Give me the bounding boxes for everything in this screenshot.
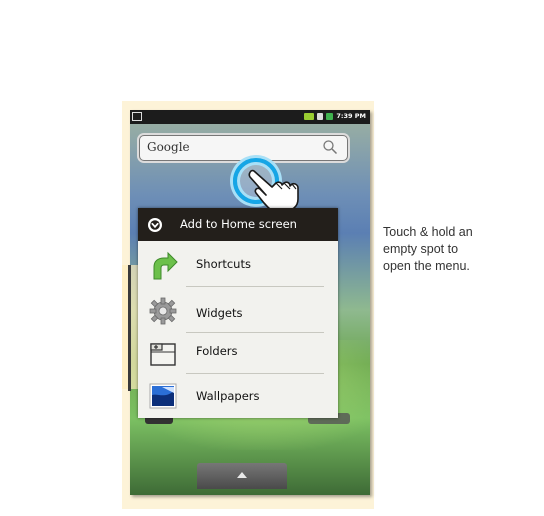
sim-icon bbox=[317, 112, 324, 120]
caption-line: empty spot to bbox=[383, 242, 459, 256]
search-icon[interactable] bbox=[322, 139, 338, 155]
divider bbox=[186, 373, 324, 374]
caption-line: open the menu. bbox=[383, 259, 470, 273]
signal-icon bbox=[304, 112, 315, 120]
menu-item-shortcuts[interactable]: Shortcuts bbox=[138, 243, 338, 287]
menu-item-label: Widgets bbox=[196, 306, 243, 320]
shortcut-arrow-icon bbox=[153, 251, 178, 280]
caption-line: Touch & hold an bbox=[383, 225, 473, 239]
menu-item-widgets[interactable]: Widgets bbox=[138, 290, 338, 334]
menu-header: Add to Home screen bbox=[138, 208, 338, 241]
menu-item-label: Wallpapers bbox=[196, 389, 260, 403]
gear-icon bbox=[149, 297, 177, 325]
google-search-widget[interactable]: Google bbox=[139, 135, 348, 161]
menu-item-label: Shortcuts bbox=[196, 257, 251, 271]
app-drawer-tab[interactable] bbox=[197, 463, 287, 489]
menu-item-label: Folders bbox=[196, 344, 238, 358]
add-to-home-menu: Add to Home screen Shortcuts Widgets Fol… bbox=[138, 208, 338, 418]
divider bbox=[186, 286, 324, 287]
notification-icon bbox=[132, 112, 142, 121]
chevron-down-circle-icon bbox=[148, 218, 162, 232]
status-time: 7:39 PM bbox=[336, 112, 366, 120]
up-arrow-icon bbox=[237, 472, 247, 478]
battery-icon bbox=[326, 112, 334, 120]
folder-icon bbox=[150, 343, 176, 366]
menu-item-wallpapers[interactable]: Wallpapers bbox=[138, 375, 338, 419]
wallpaper-icon bbox=[149, 383, 177, 409]
status-bar: 7:39 PM bbox=[130, 110, 370, 124]
instruction-caption: Touch & hold an empty spot to open the m… bbox=[383, 224, 523, 275]
screen-edge bbox=[128, 265, 131, 391]
search-label: Google bbox=[147, 140, 190, 154]
divider bbox=[186, 332, 324, 333]
menu-title: Add to Home screen bbox=[180, 217, 297, 231]
hand-pointer-icon bbox=[248, 169, 299, 212]
menu-item-folders[interactable]: Folders bbox=[138, 334, 338, 378]
